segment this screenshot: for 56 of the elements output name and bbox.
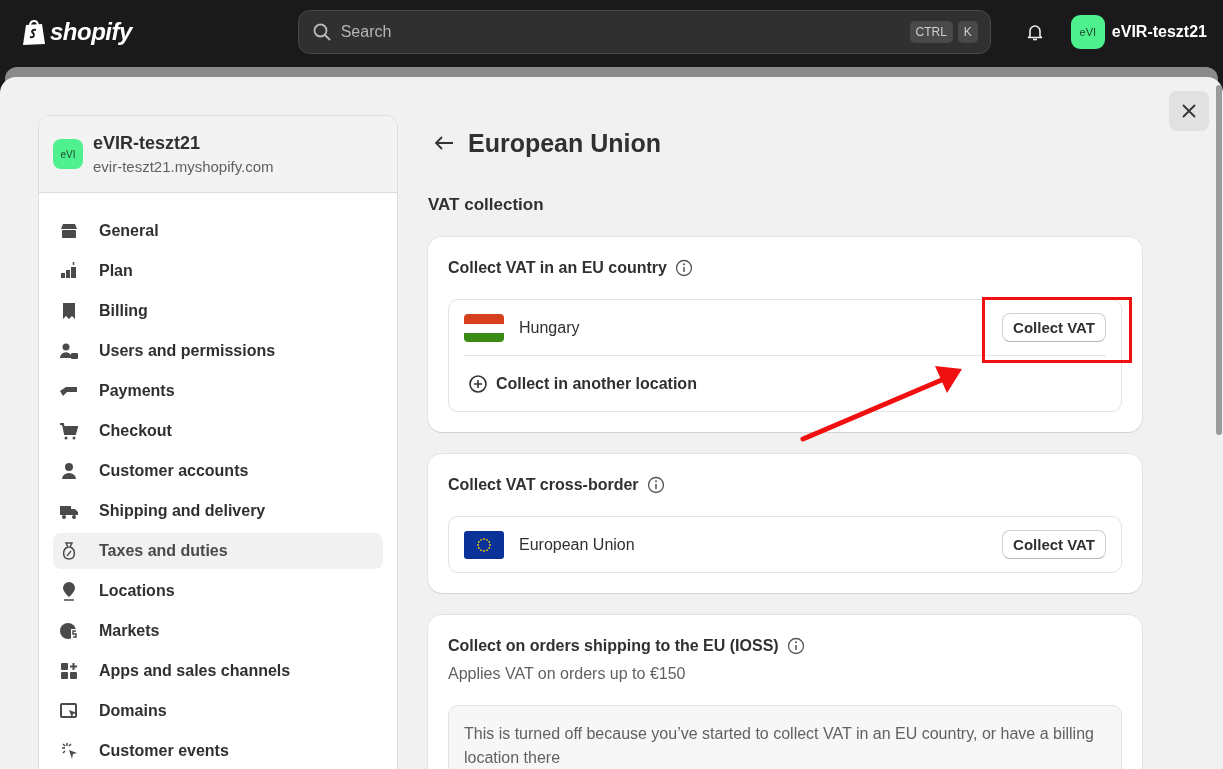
card-title: Collect VAT in an EU country xyxy=(448,259,667,277)
store-icon xyxy=(59,221,79,241)
info-icon[interactable] xyxy=(786,637,805,655)
search-field[interactable]: Search CTRL K xyxy=(297,10,991,54)
store-domain: evir-teszt21.myshopify.com xyxy=(93,158,274,175)
user-lock-icon xyxy=(59,341,79,361)
sidebar-item[interactable]: Customer events xyxy=(53,733,383,769)
browser-icon xyxy=(59,701,79,721)
sidebar-item[interactable]: Shipping and delivery xyxy=(53,493,383,529)
close-button[interactable] xyxy=(1169,91,1209,131)
info-icon[interactable] xyxy=(675,259,693,277)
sidebar-item[interactable]: Users and permissions xyxy=(53,333,383,369)
sidebar-item[interactable]: Payments xyxy=(53,373,383,409)
cursor-icon xyxy=(59,741,79,761)
grid-icon xyxy=(59,661,79,681)
shopping-bag-icon xyxy=(22,18,46,46)
sidebar-item[interactable]: General xyxy=(53,213,383,249)
section-heading: VAT collection xyxy=(428,195,545,215)
sidebar-item[interactable]: Domains xyxy=(53,693,383,729)
sidebar-item[interactable]: Billing xyxy=(53,293,383,329)
search-input[interactable]: Search xyxy=(338,22,902,42)
store-avatar[interactable]: eVI xyxy=(1070,15,1105,49)
sidebar-item[interactable]: Checkout xyxy=(53,413,383,449)
scrollbar-thumb[interactable] xyxy=(1216,85,1222,435)
sidebar-item[interactable]: Customer accounts xyxy=(53,453,383,489)
store-name: eVIR-teszt21 xyxy=(93,133,202,154)
chart-icon xyxy=(59,261,79,281)
country-name: European Union xyxy=(519,535,636,554)
flag-icon xyxy=(464,313,504,342)
person-icon xyxy=(59,461,79,481)
sidebar-item[interactable]: Plan xyxy=(53,253,383,289)
globe-icon xyxy=(59,621,79,641)
sidebar-item[interactable]: Locations xyxy=(53,573,383,609)
card-subtitle: Applies VAT on orders up to €150 xyxy=(448,665,687,683)
cart-icon xyxy=(59,421,79,441)
card-title: Collect VAT cross-border xyxy=(448,476,639,494)
collect-vat-button[interactable]: Collect VAT xyxy=(1002,530,1106,559)
flag-icon xyxy=(464,530,504,559)
close-icon xyxy=(1182,104,1196,118)
store-avatar: eVI xyxy=(53,139,83,169)
notice-text: This is turned off because you’ve started to collect VAT in an EU country, or have a billing location there xyxy=(464,725,1094,766)
store-name[interactable]: eVIR-teszt21 xyxy=(1111,23,1207,41)
shortcut-key: K xyxy=(957,21,978,43)
info-icon[interactable] xyxy=(646,476,665,494)
shortcut-key: CTRL xyxy=(909,21,953,43)
back-arrow-icon[interactable] xyxy=(434,135,454,151)
plus-circle-icon xyxy=(468,373,488,394)
shopify-logo[interactable]: shopify xyxy=(50,18,132,46)
country-name: Hungary xyxy=(519,318,581,337)
search-icon xyxy=(312,23,331,41)
card-title: Collect on orders shipping to the EU (IOSS) xyxy=(448,637,779,655)
collect-vat-button[interactable]: Collect VAT xyxy=(1002,313,1106,342)
sidebar-item[interactable]: Apps and sales channels xyxy=(53,653,383,689)
page-title: European Union xyxy=(468,128,662,158)
sidebar-item[interactable]: Taxes and duties xyxy=(53,533,383,569)
sidebar-item[interactable]: Markets xyxy=(53,613,383,649)
